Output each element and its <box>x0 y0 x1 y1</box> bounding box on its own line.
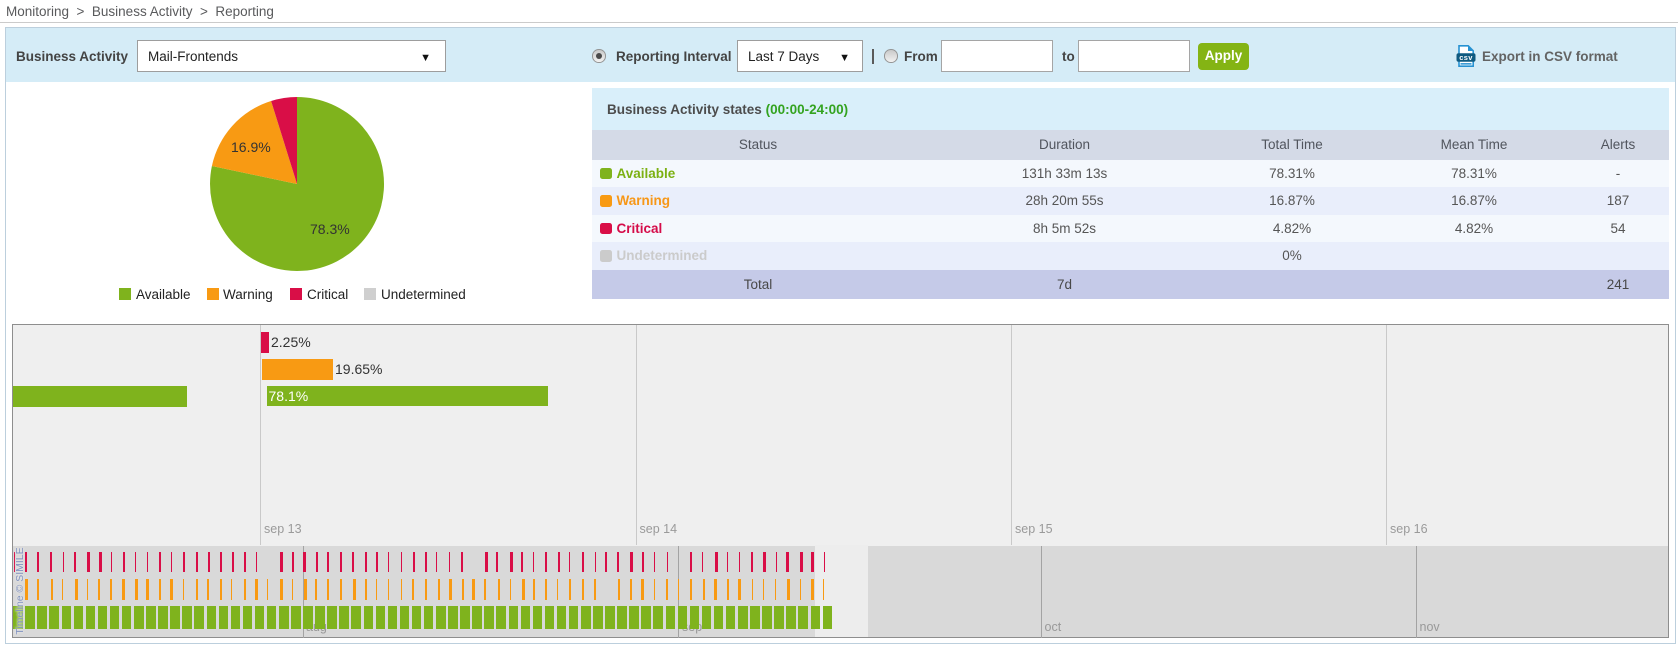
svg-text:csv: csv <box>1459 53 1473 62</box>
